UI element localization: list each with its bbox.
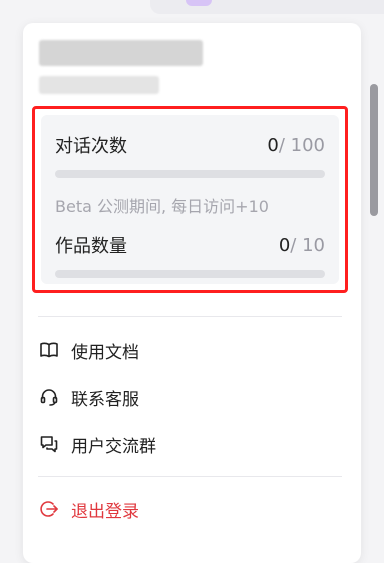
works-used: 0 bbox=[278, 234, 291, 256]
headset-icon bbox=[39, 387, 59, 407]
top-bar bbox=[150, 0, 384, 14]
logout-label: 退出登录 bbox=[71, 501, 139, 522]
works-count-value: 0/ 10 bbox=[279, 235, 325, 256]
menu-item-label: 联系客服 bbox=[71, 389, 139, 410]
logout-icon bbox=[39, 499, 59, 519]
works-count-row: 作品数量 0/ 10 bbox=[55, 233, 325, 258]
menu-item-label: 用户交流群 bbox=[71, 436, 156, 457]
works-total: / 10 bbox=[290, 234, 325, 256]
divider bbox=[38, 316, 342, 317]
menu-item-label: 使用文档 bbox=[71, 342, 139, 363]
conversation-count-label: 对话次数 bbox=[55, 136, 127, 157]
conversation-used: 0 bbox=[267, 134, 279, 156]
user-id-blurred bbox=[39, 76, 159, 94]
conversation-progress-bar bbox=[55, 170, 325, 178]
beta-note: Beta 公测期间, 每日访问+10 bbox=[55, 197, 269, 216]
chat-bubbles-icon bbox=[39, 434, 59, 454]
works-progress-bar bbox=[55, 270, 325, 278]
scrollbar[interactable] bbox=[370, 84, 378, 216]
usage-highlight-box: 对话次数 0/ 100 Beta 公测期间, 每日访问+10 作品数量 0/ 1… bbox=[32, 106, 348, 293]
avatar[interactable] bbox=[186, 0, 212, 6]
logout-button[interactable]: 退出登录 bbox=[39, 495, 139, 523]
works-count-label: 作品数量 bbox=[55, 236, 127, 257]
menu-item-docs[interactable]: 使用文档 bbox=[39, 336, 139, 364]
user-menu-card: 对话次数 0/ 100 Beta 公测期间, 每日访问+10 作品数量 0/ 1… bbox=[23, 23, 361, 563]
usage-panel: 对话次数 0/ 100 Beta 公测期间, 每日访问+10 作品数量 0/ 1… bbox=[41, 115, 339, 284]
menu-item-group[interactable]: 用户交流群 bbox=[39, 430, 156, 458]
book-open-icon bbox=[39, 340, 59, 360]
username-blurred bbox=[39, 40, 203, 66]
menu-item-support[interactable]: 联系客服 bbox=[39, 383, 139, 411]
conversation-count-row: 对话次数 0/ 100 bbox=[55, 133, 325, 158]
divider bbox=[38, 476, 342, 477]
conversation-total: / 100 bbox=[278, 134, 325, 156]
conversation-count-value: 0/ 100 bbox=[267, 135, 325, 156]
